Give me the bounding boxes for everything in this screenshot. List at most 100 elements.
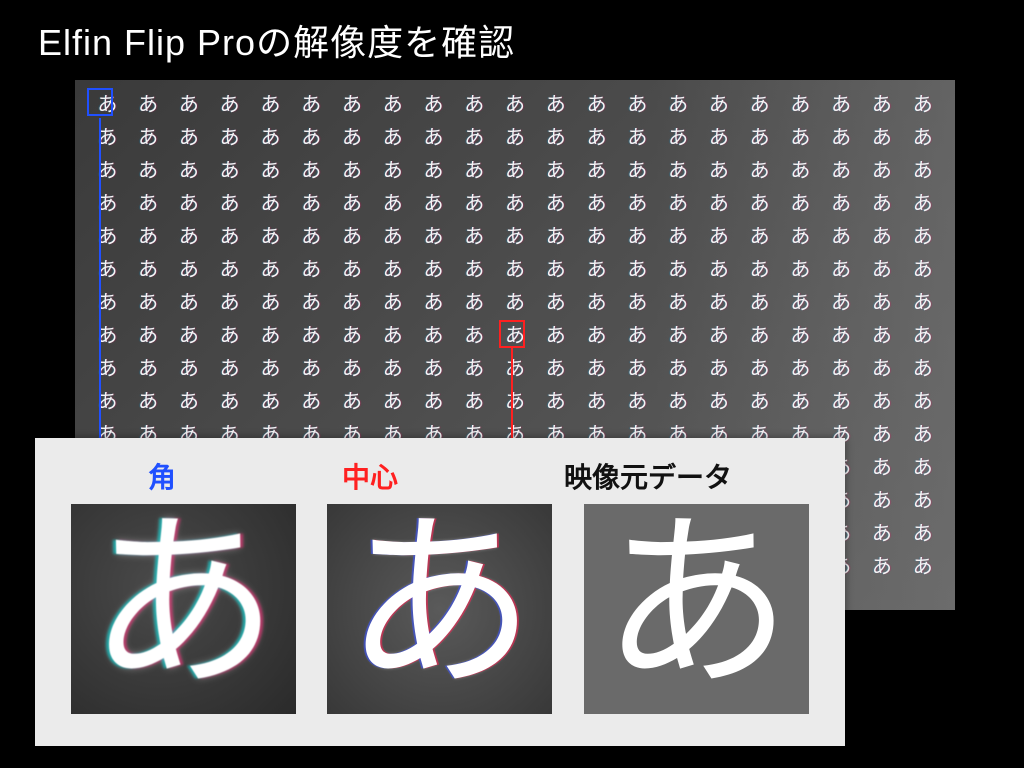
grid-cell: あ [739,222,780,255]
grid-cell: あ [250,321,291,354]
grid-cell: あ [209,255,250,288]
grid-cell: あ [658,387,699,420]
center-highlight-box [499,320,525,348]
grid-cell: あ [495,189,536,222]
label-center: 中心 [342,456,398,496]
grid-cell: あ [698,123,739,156]
grid-cell: あ [821,354,862,387]
grid-cell: あ [535,354,576,387]
grid-cell: あ [209,123,250,156]
label-corner: 角 [148,456,176,496]
grid-cell: あ [209,288,250,321]
grid-cell: あ [169,156,210,189]
grid-cell: あ [658,189,699,222]
swatch-corner: あ [71,504,296,714]
grid-cell: あ [821,321,862,354]
grid-cell: あ [658,255,699,288]
grid-cell: あ [576,189,617,222]
grid-cell: あ [291,321,332,354]
grid-cell: あ [739,387,780,420]
grid-cell: あ [658,156,699,189]
grid-cell: あ [454,354,495,387]
grid-cell: あ [780,321,821,354]
grid-cell: あ [535,90,576,123]
grid-cell: あ [454,90,495,123]
grid-cell: あ [739,354,780,387]
grid-cell: あ [209,189,250,222]
grid-cell: あ [658,222,699,255]
grid-cell: あ [617,222,658,255]
grid-cell: あ [332,255,373,288]
grid-cell: あ [739,123,780,156]
grid-cell: あ [87,387,128,420]
grid-cell: あ [821,387,862,420]
grid-cell: あ [291,90,332,123]
grid-cell: あ [902,486,943,519]
grid-cell: あ [413,123,454,156]
grid-cell: あ [617,387,658,420]
grid-cell: あ [332,354,373,387]
magnified-panel: 角 中心 映像元データ あ あ あ [35,438,845,746]
grid-cell: あ [821,123,862,156]
grid-row: あああああああああああああああああああああ [87,156,943,189]
grid-cell: あ [209,354,250,387]
grid-cell: あ [250,123,291,156]
grid-cell: あ [250,288,291,321]
grid-row: あああああああああああああああああああああ [87,354,943,387]
grid-cell: あ [576,222,617,255]
corner-connector-line [99,118,101,468]
grid-cell: あ [495,222,536,255]
grid-cell: あ [372,189,413,222]
grid-cell: あ [413,288,454,321]
grid-cell: あ [250,189,291,222]
grid-cell: あ [169,90,210,123]
grid-cell: あ [780,354,821,387]
grid-cell: あ [250,222,291,255]
grid-row: あああああああああああああああああああああ [87,90,943,123]
grid-cell: あ [87,255,128,288]
grid-cell: あ [495,255,536,288]
grid-cell: あ [698,288,739,321]
grid-cell: あ [617,354,658,387]
grid-cell: あ [128,222,169,255]
grid-cell: あ [862,453,903,486]
grid-cell: あ [902,420,943,453]
grid-cell: あ [576,354,617,387]
grid-cell: あ [332,123,373,156]
grid-cell: あ [698,90,739,123]
grid-cell: あ [780,255,821,288]
grid-cell: あ [698,387,739,420]
grid-cell: あ [372,288,413,321]
grid-cell: あ [739,321,780,354]
grid-cell: あ [372,255,413,288]
grid-cell: あ [862,189,903,222]
grid-cell: あ [862,123,903,156]
grid-cell: あ [413,255,454,288]
grid-cell: あ [535,255,576,288]
grid-cell: あ [535,288,576,321]
grid-cell: あ [291,288,332,321]
page-title: Elfin Flip Proの解像度を確認 [38,14,515,66]
grid-cell: あ [535,123,576,156]
grid-cell: あ [902,321,943,354]
grid-cell: あ [291,123,332,156]
grid-cell: あ [372,354,413,387]
grid-cell: あ [535,156,576,189]
grid-cell: あ [576,156,617,189]
grid-cell: あ [658,123,699,156]
grid-cell: あ [454,255,495,288]
grid-cell: あ [535,387,576,420]
grid-row: あああああああああああああああああああああ [87,255,943,288]
glyph-corner: あ [88,509,278,699]
grid-cell: あ [209,90,250,123]
grid-cell: あ [495,90,536,123]
grid-cell: あ [332,288,373,321]
grid-cell: あ [372,123,413,156]
grid-cell: あ [780,156,821,189]
grid-cell: あ [128,321,169,354]
grid-cell: あ [862,354,903,387]
grid-cell: あ [87,321,128,354]
grid-cell: あ [780,387,821,420]
grid-cell: あ [739,288,780,321]
grid-cell: あ [372,387,413,420]
